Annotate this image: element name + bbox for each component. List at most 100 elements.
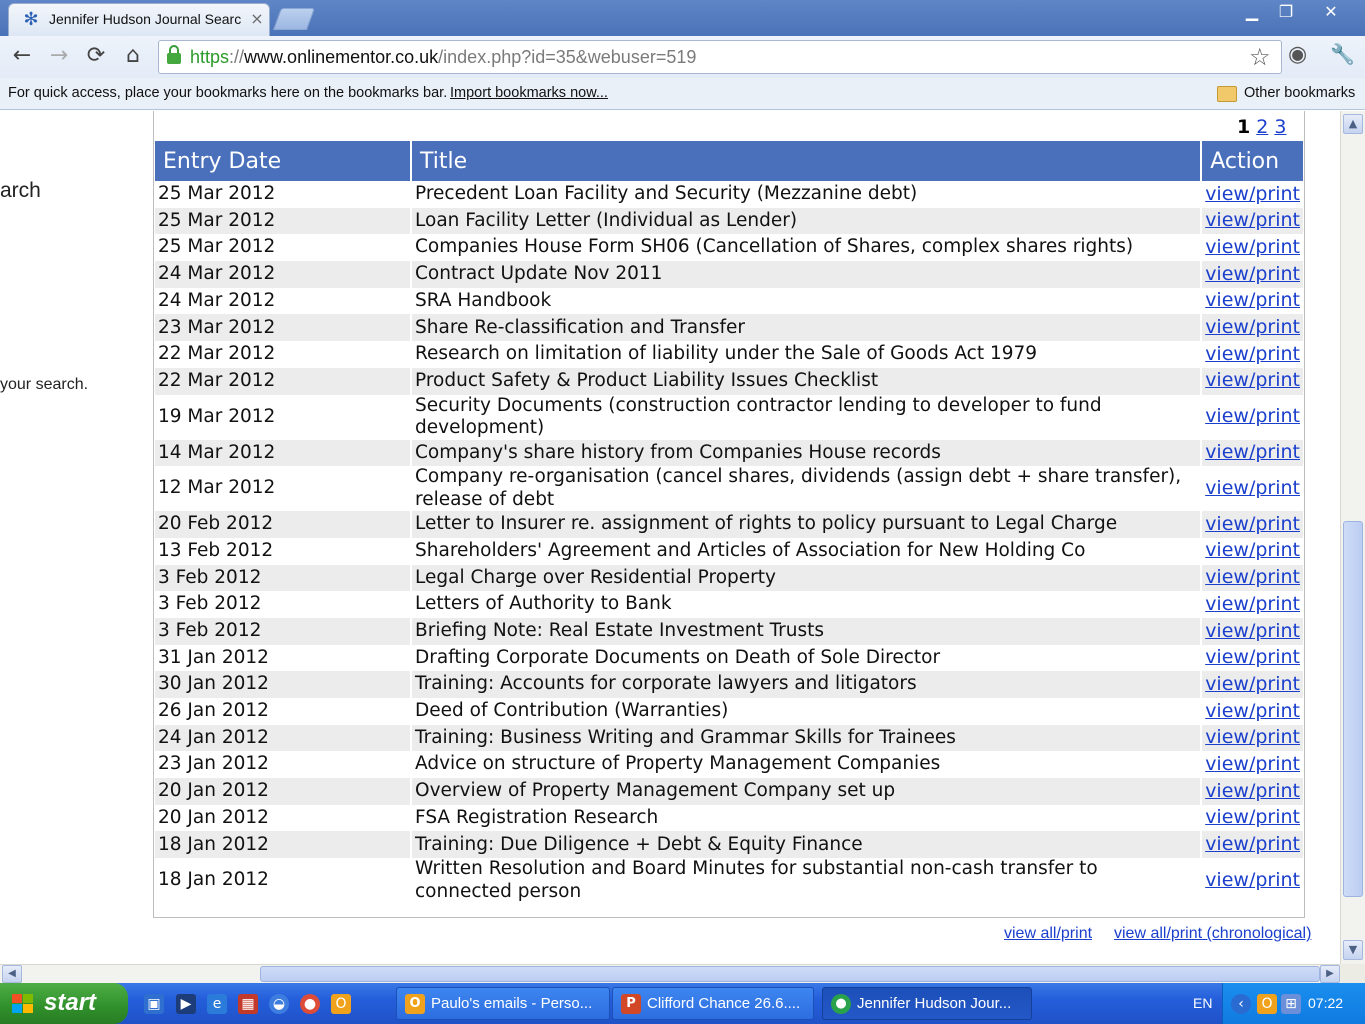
taskbar-window-outlook[interactable]: O Paulo's emails - Perso...	[396, 987, 610, 1020]
table-row: 24 Mar 2012 Contract Update Nov 2011 view/…	[155, 261, 1303, 288]
view-print-link[interactable]: view/print	[1205, 236, 1300, 258]
view-print-link[interactable]: view/print	[1205, 700, 1300, 722]
other-bookmarks-button[interactable]: Other bookmarks	[1244, 85, 1355, 101]
view-print-link[interactable]: view/print	[1205, 806, 1300, 828]
view-print-link[interactable]: view/print	[1205, 209, 1300, 231]
title-cell: Advice on structure of Property Manageme…	[411, 751, 1203, 779]
view-print-link[interactable]: view/print	[1205, 289, 1300, 311]
quicklaunch-ie-icon[interactable]: e	[207, 994, 227, 1014]
page-current: 1	[1237, 116, 1251, 138]
view-all-print-link[interactable]: view all/print	[1004, 925, 1092, 943]
scroll-right-icon[interactable]: ▶	[1320, 965, 1340, 983]
view-print-link[interactable]: view/print	[1205, 441, 1300, 463]
view-print-link[interactable]: view/print	[1205, 833, 1300, 855]
entry-date-cell: 24 Jan 2012	[155, 724, 413, 752]
language-indicator[interactable]: EN	[1193, 995, 1212, 1011]
title-cell: Company re-organisation (cancel shares, …	[411, 466, 1203, 512]
address-bar[interactable]: https://www.onlinementor.co.uk/index.php…	[158, 40, 1282, 74]
taskbar-window-label: Jennifer Hudson Jour...	[857, 995, 1012, 1012]
view-print-link[interactable]: view/print	[1205, 673, 1300, 695]
wrench-icon[interactable]: 🔧	[1330, 42, 1355, 66]
restore-button[interactable]: ❐	[1271, 2, 1301, 24]
reload-icon[interactable]: ⟳	[82, 42, 110, 70]
view-print-link[interactable]: view/print	[1205, 513, 1300, 535]
view-print-link[interactable]: view/print	[1205, 405, 1300, 427]
view-print-link[interactable]: view/print	[1205, 263, 1300, 285]
view-print-link[interactable]: view/print	[1205, 780, 1300, 802]
table-row: 20 Jan 2012 FSA Registration Research view…	[155, 804, 1303, 832]
taskbar-window-label: Paulo's emails - Perso...	[431, 995, 593, 1012]
title-bar: ✻ Jennifer Hudson Journal Searc × ▁ ❐ ✕	[0, 0, 1365, 36]
entry-date-cell: 26 Jan 2012	[155, 698, 413, 725]
table-row: 25 Mar 2012 Precedent Loan Facility and S…	[155, 181, 1303, 208]
minimize-button[interactable]: ▁	[1237, 2, 1267, 24]
home-icon[interactable]: ⌂	[119, 42, 147, 70]
close-window-button[interactable]: ✕	[1316, 2, 1346, 24]
taskbar-window-chrome[interactable]: ● Jennifer Hudson Jour...	[822, 987, 1032, 1020]
forward-arrow-icon[interactable]: →	[45, 42, 73, 70]
view-print-link[interactable]: view/print	[1205, 369, 1300, 391]
vertical-scroll-thumb[interactable]	[1343, 521, 1363, 897]
view-print-link[interactable]: view/print	[1205, 593, 1300, 615]
scroll-down-icon[interactable]: ▼	[1343, 940, 1363, 960]
new-tab-button[interactable]	[272, 8, 316, 30]
title-cell: Drafting Corporate Documents on Death of…	[411, 644, 1203, 672]
horizontal-scroll-thumb[interactable]	[260, 966, 1320, 982]
view-all-print-chronological-link[interactable]: view all/print (chronological)	[1114, 925, 1311, 943]
view-print-link[interactable]: view/print	[1205, 620, 1300, 642]
page-link-3[interactable]: 3	[1274, 116, 1286, 138]
extension-eye-icon[interactable]: ◉	[1288, 42, 1307, 67]
action-cell: view/print	[1201, 858, 1303, 903]
tray-network-icon[interactable]: ⊞	[1281, 994, 1301, 1014]
vertical-scrollbar[interactable]: ▲ ▼	[1340, 111, 1365, 964]
action-cell: view/print	[1201, 261, 1303, 288]
entry-date-cell: 25 Mar 2012	[155, 234, 413, 262]
quicklaunch-chrome-icon[interactable]: ●	[300, 994, 320, 1014]
header-entry-date[interactable]: Entry Date	[155, 141, 413, 181]
page-link-2[interactable]: 2	[1256, 116, 1268, 138]
view-print-link[interactable]: view/print	[1205, 646, 1300, 668]
view-print-link[interactable]: view/print	[1205, 477, 1300, 499]
entry-date-cell: 14 Mar 2012	[155, 439, 413, 467]
tab-close-icon[interactable]: ×	[248, 9, 266, 28]
quicklaunch-outlook-icon[interactable]: O	[331, 994, 351, 1014]
quicklaunch-desktop-icon[interactable]: ▣	[144, 994, 164, 1014]
taskbar-window-powerpoint[interactable]: P Clifford Chance 26.6....	[612, 987, 814, 1020]
title-cell: Written Resolution and Board Minutes for…	[411, 858, 1203, 904]
view-print-link[interactable]: view/print	[1205, 183, 1300, 205]
quicklaunch-messenger-icon[interactable]: ◒	[269, 994, 289, 1014]
import-bookmarks-link[interactable]: Import bookmarks now...	[450, 85, 608, 101]
view-print-link[interactable]: view/print	[1205, 343, 1300, 365]
view-print-link[interactable]: view/print	[1205, 566, 1300, 588]
action-cell: view/print	[1201, 314, 1303, 342]
tray-expand-icon[interactable]: ‹	[1231, 994, 1251, 1014]
quicklaunch-paint-icon[interactable]: ▦	[238, 994, 258, 1014]
scroll-left-icon[interactable]: ◀	[2, 965, 22, 983]
title-cell: Product Safety & Product Liability Issue…	[411, 367, 1203, 395]
action-cell: view/print	[1201, 617, 1303, 645]
browser-tab[interactable]: ✻ Jennifer Hudson Journal Searc ×	[8, 3, 270, 36]
outlook-icon: O	[405, 994, 425, 1014]
table-row: 18 Jan 2012 Training: Due Diligence + Deb…	[155, 831, 1303, 859]
scroll-up-icon[interactable]: ▲	[1343, 114, 1363, 134]
start-button[interactable]: start	[0, 983, 128, 1024]
view-print-link[interactable]: view/print	[1205, 869, 1300, 891]
view-print-link[interactable]: view/print	[1205, 726, 1300, 748]
view-print-link[interactable]: view/print	[1205, 753, 1300, 775]
action-cell: view/print	[1201, 439, 1303, 467]
back-arrow-icon[interactable]: ←	[8, 42, 36, 70]
tray-outlook-icon[interactable]: O	[1257, 994, 1277, 1014]
quicklaunch-media-icon[interactable]: ▶	[176, 994, 196, 1014]
entry-date-cell: 20 Feb 2012	[155, 511, 413, 538]
view-print-link[interactable]: view/print	[1205, 539, 1300, 561]
entry-date-cell: 18 Jan 2012	[155, 831, 413, 859]
title-cell: Training: Business Writing and Grammar S…	[411, 724, 1203, 752]
horizontal-scrollbar[interactable]: ◀ ▶	[0, 964, 1340, 983]
title-cell: Letters of Authority to Bank	[411, 591, 1203, 618]
windows-taskbar: start ▣ ▶ e ▦ ◒ ● O O Paulo's emails - P…	[0, 983, 1365, 1024]
title-cell: Company's share history from Companies H…	[411, 439, 1203, 467]
entry-date-cell: 22 Mar 2012	[155, 367, 413, 395]
bookmark-star-icon[interactable]: ☆	[1249, 43, 1271, 71]
view-print-link[interactable]: view/print	[1205, 316, 1300, 338]
header-title[interactable]: Title	[411, 141, 1203, 181]
